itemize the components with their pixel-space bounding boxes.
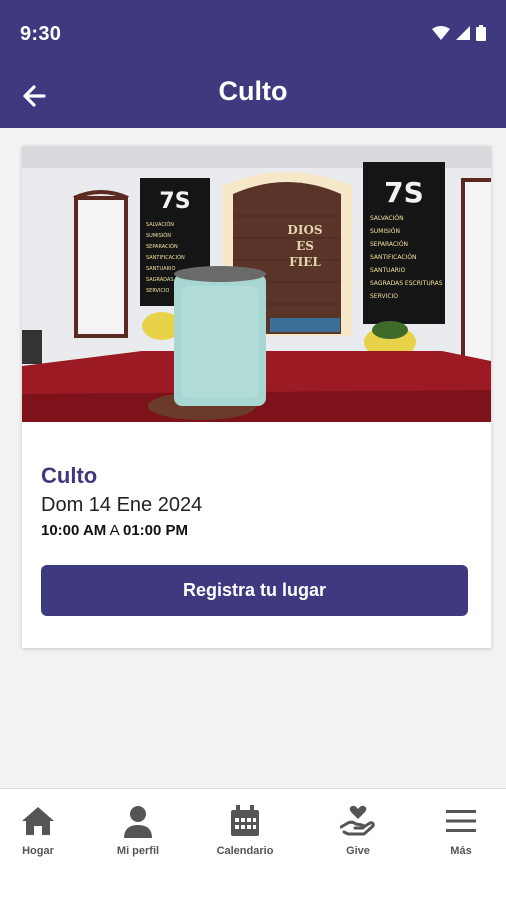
event-photo: DIOS ES FIEL 7S SALVACIÓN SUMISIÓN SEPARAC… [22,146,491,422]
cell-signal-icon [456,26,470,40]
banner-line: SANTIFICACIÓN [370,254,417,261]
give-heart-hand-icon [340,803,376,839]
menu-icon [443,803,479,839]
banner-line: SALVACIÓN [146,221,174,228]
banner-line: SERVICIO [370,293,398,300]
banner-line: SANTUARIO [370,267,406,274]
system-icons [432,25,486,41]
right-banner-heading: 7S [384,176,424,209]
wall-sign-text-1: DIOS [287,223,322,237]
left-banner-heading: 7S [159,189,190,214]
event-card: DIOS ES FIEL 7S SALVACIÓN SUMISIÓN SEPARAC… [22,146,491,648]
event-end-time: 01:00 PM [123,522,189,539]
banner-line: SAGRADAS ESCRITURAS [370,280,443,287]
wall-sign-text-2: ES [296,239,314,253]
nav-item-profile[interactable]: Mi perfil [93,803,183,857]
nav-label-home: Hogar [22,845,54,857]
banner-line: SALVACIÓN [370,215,404,222]
page-title: Culto [218,76,288,106]
banner-line: SANTIFICACIÓN [146,254,185,261]
nav-item-calendar[interactable]: Calendario [200,803,290,857]
event-title: Culto [41,463,98,488]
wifi-icon [432,26,450,40]
nav-item-give[interactable]: Give [313,803,403,857]
person-icon [120,803,156,839]
banner-line: SANTUARIO [146,266,176,272]
wall-sign-text-3: FIEL [289,255,321,269]
event-time: 10:00 AM A 01:00 PM [41,522,188,539]
nav-label-more: Más [450,845,472,857]
nav-label-profile: Mi perfil [116,845,160,857]
banner-line: SUMISIÓN [370,228,400,235]
event-date: Dom 14 Ene 2024 [41,494,203,516]
nav-label-calendar: Calendario [216,845,274,857]
app-bar: Culto [0,64,506,128]
event-time-separator: A [106,522,123,539]
status-bar: 9:30 [0,0,506,64]
register-button[interactable]: Registra tu lugar [41,565,468,616]
nav-label-give: Give [346,845,370,857]
nav-item-more[interactable]: Más [416,803,506,857]
event-start-time: 10:00 AM [41,522,107,539]
banner-line: SERVICIO [146,288,169,294]
home-icon [20,803,56,839]
bottom-navigation: Hogar Mi perfil Calendario Give Más [0,788,506,900]
nav-item-home[interactable]: Hogar [0,803,83,857]
status-time: 9:30 [20,23,62,45]
battery-icon [476,25,486,41]
banner-line: SUMISIÓN [146,232,171,239]
banner-line: SEPARACIÓN [370,241,408,248]
calendar-icon [227,803,263,839]
banner-line: SEPARACIÓN [146,243,178,250]
